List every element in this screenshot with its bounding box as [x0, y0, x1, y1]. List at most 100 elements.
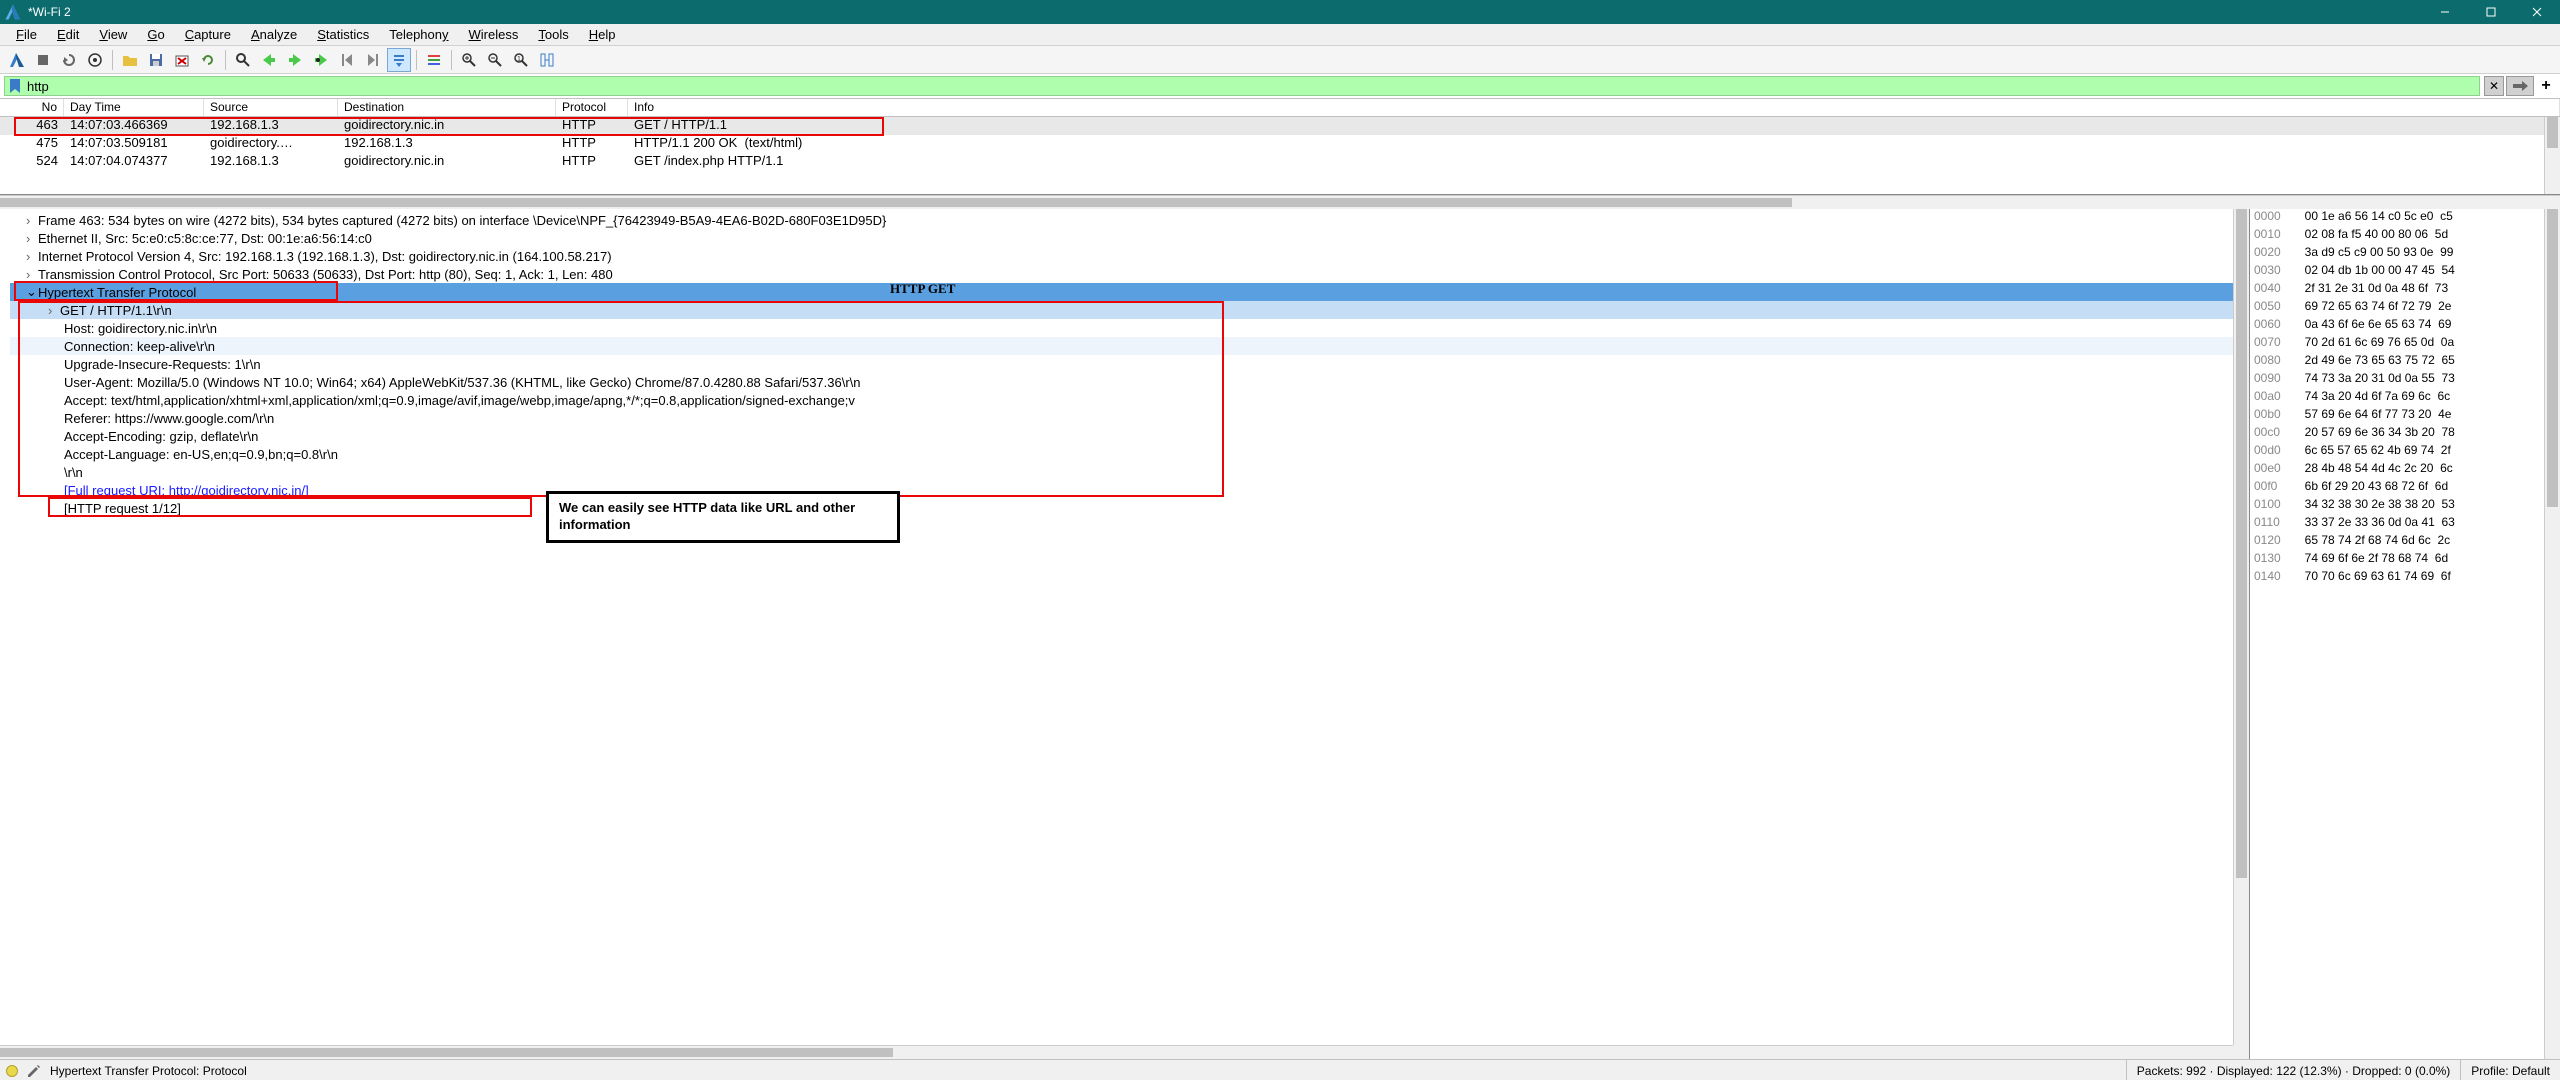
edit-capture-comment-icon[interactable]: [26, 1063, 42, 1079]
http-referer-line[interactable]: Referer: https://www.google.com/\r\n: [10, 409, 2249, 427]
http-get-line[interactable]: ›GET / HTTP/1.1\r\n: [10, 301, 2249, 319]
restart-capture-icon[interactable]: [57, 48, 81, 72]
menu-wireless[interactable]: Wireless: [459, 25, 529, 44]
http-connection-line[interactable]: Connection: keep-alive\r\n: [10, 337, 2249, 355]
http-useragent-line[interactable]: User-Agent: Mozilla/5.0 (Windows NT 10.0…: [10, 373, 2249, 391]
http-request-count-line[interactable]: [HTTP request 1/12]: [10, 499, 2249, 517]
resize-columns-icon[interactable]: [535, 48, 559, 72]
go-last-icon[interactable]: [361, 48, 385, 72]
colorize-icon[interactable]: [422, 48, 446, 72]
go-to-packet-icon[interactable]: [309, 48, 333, 72]
stop-capture-icon[interactable]: [31, 48, 55, 72]
col-destination[interactable]: Destination: [338, 99, 556, 116]
capture-options-icon[interactable]: [83, 48, 107, 72]
menu-analyze[interactable]: Analyze: [241, 25, 307, 44]
start-capture-icon[interactable]: [5, 48, 29, 72]
hex-row[interactable]: 00b0 57 69 6e 64 6f 77 73 20 4e: [2250, 407, 2560, 425]
status-profile[interactable]: Profile: Default: [2460, 1060, 2560, 1080]
ethernet-line[interactable]: ›Ethernet II, Src: 5c:e0:c5:8c:ce:77, Ds…: [10, 229, 2249, 247]
http-upgrade-line[interactable]: Upgrade-Insecure-Requests: 1\r\n: [10, 355, 2249, 373]
menu-capture[interactable]: Capture: [175, 25, 241, 44]
close-button[interactable]: [2514, 0, 2560, 24]
window-title: *Wi-Fi 2: [26, 5, 2422, 19]
zoom-reset-icon[interactable]: 1: [509, 48, 533, 72]
app-icon: [4, 3, 22, 21]
separator: [225, 50, 226, 70]
hex-row[interactable]: 0110 33 37 2e 33 36 0d 0a 41 63: [2250, 515, 2560, 533]
hex-row[interactable]: 0120 65 78 74 2f 68 74 6d 6c 2c: [2250, 533, 2560, 551]
hex-row[interactable]: 00f0 6b 6f 29 20 43 68 72 6f 6d: [2250, 479, 2560, 497]
go-forward-icon[interactable]: [283, 48, 307, 72]
status-packet-counts: Packets: 992 · Displayed: 122 (12.3%) · …: [2126, 1060, 2461, 1080]
find-packet-icon[interactable]: [231, 48, 255, 72]
hex-row[interactable]: 0050 69 72 65 63 74 6f 72 79 2e: [2250, 299, 2560, 317]
bookmark-icon[interactable]: [7, 78, 23, 94]
col-protocol[interactable]: Protocol: [556, 99, 628, 116]
hex-row[interactable]: 0090 74 73 3a 20 31 0d 0a 55 73: [2250, 371, 2560, 389]
hex-row[interactable]: 0040 2f 31 2e 31 0d 0a 48 6f 73: [2250, 281, 2560, 299]
hex-row[interactable]: 0060 0a 43 6f 6e 6e 65 63 74 69: [2250, 317, 2560, 335]
hex-row[interactable]: 0140 70 70 6c 69 63 61 74 69 6f: [2250, 569, 2560, 587]
hex-row[interactable]: 0070 70 2d 61 6c 69 76 65 0d 0a: [2250, 335, 2560, 353]
hex-row[interactable]: 0020 3a d9 c5 c9 00 50 93 0e 99: [2250, 245, 2560, 263]
frame-line[interactable]: ›Frame 463: 534 bytes on wire (4272 bits…: [10, 211, 2249, 229]
go-back-icon[interactable]: [257, 48, 281, 72]
open-file-icon[interactable]: [118, 48, 142, 72]
http-line[interactable]: ⌄Hypertext Transfer Protocol: [10, 283, 2249, 301]
zoom-out-icon[interactable]: [483, 48, 507, 72]
menu-file[interactable]: File: [6, 25, 47, 44]
col-no[interactable]: No: [0, 99, 64, 116]
menu-edit[interactable]: Edit: [47, 25, 89, 44]
hex-row[interactable]: 00d0 6c 65 57 65 62 4b 69 74 2f: [2250, 443, 2560, 461]
add-filter-button[interactable]: +: [2536, 76, 2556, 96]
tcp-line[interactable]: ›Transmission Control Protocol, Src Port…: [10, 265, 2249, 283]
details-hscroll[interactable]: [0, 1045, 2233, 1059]
hex-row[interactable]: 00a0 74 3a 20 4d 6f 7a 69 6c 6c: [2250, 389, 2560, 407]
clear-filter-button[interactable]: ✕: [2484, 76, 2504, 96]
http-full-uri-line[interactable]: [Full request URI: http://goidirectory.n…: [10, 481, 2249, 499]
hex-row[interactable]: 0010 02 08 fa f5 40 00 80 06 5d: [2250, 227, 2560, 245]
hex-row[interactable]: 00c0 20 57 69 6e 36 34 3b 20 78: [2250, 425, 2560, 443]
zoom-in-icon[interactable]: [457, 48, 481, 72]
display-filter-input[interactable]: [4, 76, 2480, 96]
col-info[interactable]: Info: [628, 99, 2560, 116]
http-crlf-line[interactable]: \r\n: [10, 463, 2249, 481]
http-accept-encoding-line[interactable]: Accept-Encoding: gzip, deflate\r\n: [10, 427, 2249, 445]
packet-row[interactable]: 47514:07:03.509181goidirectory.…192.168.…: [0, 135, 2560, 153]
hex-row[interactable]: 00e0 28 4b 48 54 4d 4c 2c 20 6c: [2250, 461, 2560, 479]
http-accept-line[interactable]: Accept: text/html,application/xhtml+xml,…: [10, 391, 2249, 409]
packet-row[interactable]: 52414:07:04.074377192.168.1.3goidirector…: [0, 153, 2560, 171]
menu-telephony[interactable]: Telephony: [379, 25, 458, 44]
hex-row[interactable]: 0000 00 1e a6 56 14 c0 5c e0 c5: [2250, 209, 2560, 227]
packet-list-scrollbar[interactable]: [2544, 117, 2560, 194]
close-file-icon[interactable]: [170, 48, 194, 72]
menu-view[interactable]: View: [89, 25, 137, 44]
titlebar: *Wi-Fi 2: [0, 0, 2560, 24]
go-first-icon[interactable]: [335, 48, 359, 72]
hex-row[interactable]: 0080 2d 49 6e 73 65 63 75 72 65: [2250, 353, 2560, 371]
packet-list-hscroll[interactable]: [0, 195, 2560, 209]
col-source[interactable]: Source: [204, 99, 338, 116]
menu-help[interactable]: Help: [579, 25, 626, 44]
hex-vscroll[interactable]: [2544, 209, 2560, 1059]
maximize-button[interactable]: [2468, 0, 2514, 24]
menu-tools[interactable]: Tools: [528, 25, 578, 44]
col-time[interactable]: Day Time: [64, 99, 204, 116]
toolbar: 1: [0, 46, 2560, 74]
http-accept-language-line[interactable]: Accept-Language: en-US,en;q=0.9,bn;q=0.8…: [10, 445, 2249, 463]
menu-statistics[interactable]: Statistics: [307, 25, 379, 44]
minimize-button[interactable]: [2422, 0, 2468, 24]
hex-row[interactable]: 0030 02 04 db 1b 00 00 47 45 54: [2250, 263, 2560, 281]
expert-info-icon[interactable]: [6, 1065, 18, 1077]
hex-row[interactable]: 0100 34 32 38 30 2e 38 38 20 53: [2250, 497, 2560, 515]
packet-row[interactable]: 46314:07:03.466369192.168.1.3goidirector…: [0, 117, 2560, 135]
menu-go[interactable]: Go: [137, 25, 174, 44]
ip-line[interactable]: ›Internet Protocol Version 4, Src: 192.1…: [10, 247, 2249, 265]
reload-file-icon[interactable]: [196, 48, 220, 72]
save-file-icon[interactable]: [144, 48, 168, 72]
http-host-line[interactable]: Host: goidirectory.nic.in\r\n: [10, 319, 2249, 337]
auto-scroll-icon[interactable]: [387, 48, 411, 72]
hex-row[interactable]: 0130 74 69 6f 6e 2f 78 68 74 6d: [2250, 551, 2560, 569]
details-vscroll[interactable]: [2233, 209, 2249, 1045]
apply-filter-button[interactable]: [2506, 76, 2534, 96]
